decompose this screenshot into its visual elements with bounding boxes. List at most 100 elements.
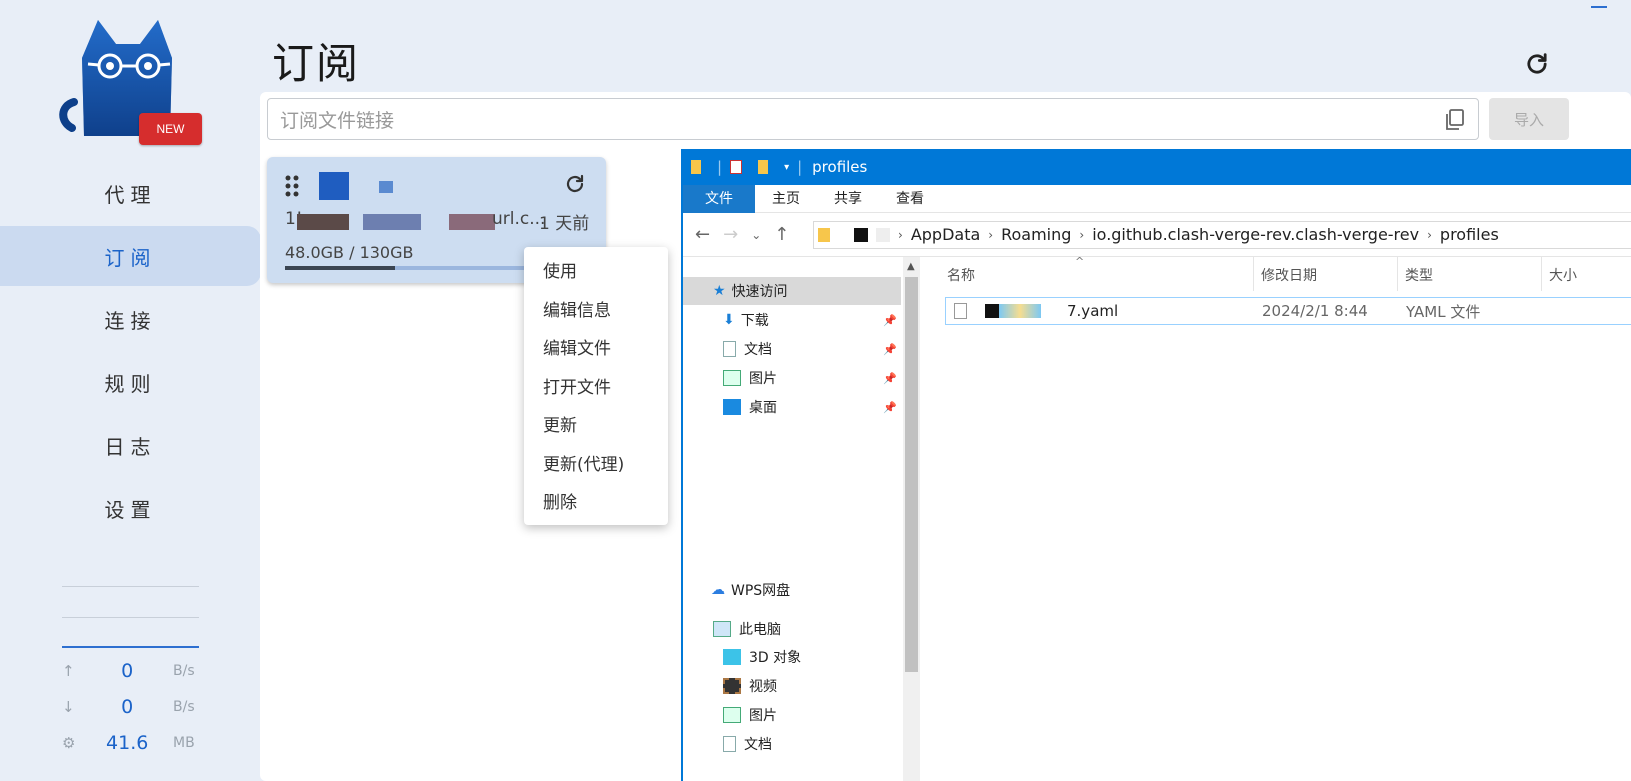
column-separator[interactable] xyxy=(1253,257,1254,291)
nav-scroll-thumb[interactable] xyxy=(905,277,918,672)
nav-pictures[interactable]: 图片 📌 xyxy=(723,364,901,392)
file-type: YAML 文件 xyxy=(1406,302,1481,321)
paste-icon[interactable] xyxy=(1445,109,1465,131)
nav-pictures-pc[interactable]: 图片 xyxy=(723,701,901,729)
breadcrumb-roaming[interactable]: Roaming xyxy=(1001,225,1071,244)
forward-arrow-icon[interactable]: → xyxy=(723,224,738,245)
pin-icon[interactable]: 📌 xyxy=(883,372,897,385)
nav-label: 下载 xyxy=(740,313,769,329)
nav-label: 3D 对象 xyxy=(749,650,802,666)
sidebar-item-subscriptions[interactable]: 订阅 xyxy=(0,226,261,286)
tab-share[interactable]: 共享 xyxy=(817,185,879,213)
upload-unit: B/s xyxy=(173,663,195,679)
nav-3d-objects[interactable]: 3D 对象 xyxy=(723,643,901,671)
column-modified[interactable]: 修改日期 xyxy=(1261,265,1317,285)
menu-item-delete[interactable]: 删除 xyxy=(524,484,668,523)
menu-item-use[interactable]: 使用 xyxy=(524,253,668,292)
video-icon xyxy=(723,678,741,694)
nav-label: 图片 xyxy=(749,708,777,724)
sidebar-item-rules[interactable]: 规则 xyxy=(0,352,261,412)
nav-label: WPS网盘 xyxy=(731,583,791,599)
tab-view[interactable]: 查看 xyxy=(879,185,941,213)
cube-icon xyxy=(723,649,741,665)
star-icon: ★ xyxy=(713,283,726,299)
nav-documents-pc[interactable]: 文档 xyxy=(723,730,901,758)
breadcrumb-profiles[interactable]: profiles xyxy=(1440,225,1499,244)
column-size[interactable]: 大小 xyxy=(1549,265,1577,285)
redacted-block xyxy=(999,304,1041,318)
picture-icon xyxy=(723,370,741,386)
menu-item-update-proxy[interactable]: 更新(代理) xyxy=(524,446,668,485)
menu-item-open-file[interactable]: 打开文件 xyxy=(524,369,668,408)
nav-this-pc[interactable]: 此电脑 xyxy=(713,615,901,643)
traffic-divider xyxy=(62,617,199,618)
chevron-down-icon[interactable]: ▾ xyxy=(784,162,789,173)
breadcrumb-appdata[interactable]: AppData xyxy=(911,225,980,244)
nav-quick-access[interactable]: ★ 快速访问 xyxy=(683,277,901,305)
file-list-pane: ^ 名称 修改日期 类型 大小 7.yaml 2024/2/1 8:44 YAM xyxy=(923,255,1631,781)
memory-usage: ⚙ 41.6 MB xyxy=(62,731,202,755)
refresh-icon[interactable] xyxy=(1523,50,1551,78)
address-row: ← → ⌄ ↑ › AppData › Roaming › io.github.… xyxy=(683,213,1631,257)
folder-icon[interactable] xyxy=(691,160,701,174)
pin-icon[interactable]: 📌 xyxy=(883,314,897,327)
drag-handle-icon[interactable] xyxy=(285,175,299,197)
download-icon: ⬇ xyxy=(723,312,735,328)
menu-item-edit-info[interactable]: 编辑信息 xyxy=(524,292,668,331)
sidebar-item-settings[interactable]: 设置 xyxy=(0,478,261,538)
back-arrow-icon[interactable]: ← xyxy=(695,224,710,245)
column-name[interactable]: 名称 xyxy=(947,265,975,285)
sort-chevron-icon: ^ xyxy=(1075,255,1085,268)
download-speed: ↓ 0 B/s xyxy=(62,695,202,719)
import-button[interactable]: 导入 xyxy=(1489,98,1569,140)
breadcrumb-app-folder[interactable]: io.github.clash-verge-rev.clash-verge-re… xyxy=(1092,225,1419,244)
explorer-title: profiles xyxy=(812,158,868,176)
traffic-graph-line xyxy=(62,646,199,648)
minimize-button[interactable] xyxy=(1591,6,1607,8)
redacted-block xyxy=(379,181,393,193)
download-unit: B/s xyxy=(173,699,195,715)
navigation-pane: ★ 快速访问 ⬇ 下载 📌 文档 📌 图片 📌 桌面 📌 ☁ WPS网盘 此电脑… xyxy=(683,257,903,781)
up-arrow-icon[interactable]: ↑ xyxy=(774,224,789,245)
column-separator[interactable] xyxy=(1541,257,1542,291)
chip-icon: ⚙ xyxy=(62,734,76,752)
sidebar-item-logs[interactable]: 日志 xyxy=(0,415,261,475)
address-bar[interactable]: › AppData › Roaming › io.github.clash-ve… xyxy=(813,220,1631,249)
new-folder-icon[interactable] xyxy=(758,160,769,174)
usage-progress-fill xyxy=(285,266,396,270)
file-modified: 2024/2/1 8:44 xyxy=(1262,302,1368,320)
breadcrumb-separator: › xyxy=(898,227,903,242)
nav-videos[interactable]: 视频 xyxy=(723,672,901,700)
nav-wps-drive[interactable]: ☁ WPS网盘 xyxy=(711,576,901,604)
nav-downloads[interactable]: ⬇ 下载 📌 xyxy=(723,306,901,334)
refresh-icon[interactable] xyxy=(563,172,587,196)
menu-item-update[interactable]: 更新 xyxy=(524,407,668,446)
memory-unit: MB xyxy=(173,735,195,751)
nav-desktop[interactable]: 桌面 📌 xyxy=(723,393,901,421)
pin-icon[interactable]: 📌 xyxy=(883,401,897,414)
nav-buttons: ← → ⌄ ↑ xyxy=(683,224,813,245)
sidebar-item-proxy[interactable]: 代理 xyxy=(0,163,261,223)
redacted-block xyxy=(319,172,349,200)
column-type[interactable]: 类型 xyxy=(1405,265,1433,285)
content-panel: 订阅文件链接 导入 1! url.c... 1 天前 48.0GB / 130G… xyxy=(260,92,1631,781)
column-separator[interactable] xyxy=(1397,257,1398,291)
file-row[interactable]: 7.yaml 2024/2/1 8:44 YAML 文件 xyxy=(945,297,1631,325)
chevron-down-icon[interactable]: ⌄ xyxy=(751,228,761,242)
sidebar-nav: 代理 订阅 连接 规则 日志 设置 xyxy=(0,160,261,541)
menu-item-edit-file[interactable]: 编辑文件 xyxy=(524,330,668,369)
toolbar-separator: | xyxy=(797,158,803,176)
page-title: 订阅 xyxy=(272,39,361,88)
file-explorer-window: | ▾ | profiles 文件 主页 共享 查看 ← → ⌄ ↑ › App… xyxy=(681,149,1631,781)
breadcrumb-separator: › xyxy=(1079,227,1085,242)
subscription-url-input[interactable]: 订阅文件链接 xyxy=(267,98,1479,140)
nav-documents[interactable]: 文档 📌 xyxy=(723,335,901,363)
tab-home[interactable]: 主页 xyxy=(755,185,817,213)
explorer-title-bar: | ▾ | profiles xyxy=(683,149,1631,185)
pin-icon[interactable]: 📌 xyxy=(883,343,897,356)
sidebar-item-connections[interactable]: 连接 xyxy=(0,289,261,349)
scroll-up-icon[interactable]: ▲ xyxy=(907,261,915,272)
tab-file[interactable]: 文件 xyxy=(683,184,755,213)
profile-url: url.c... xyxy=(492,209,546,229)
properties-icon[interactable] xyxy=(730,160,743,174)
